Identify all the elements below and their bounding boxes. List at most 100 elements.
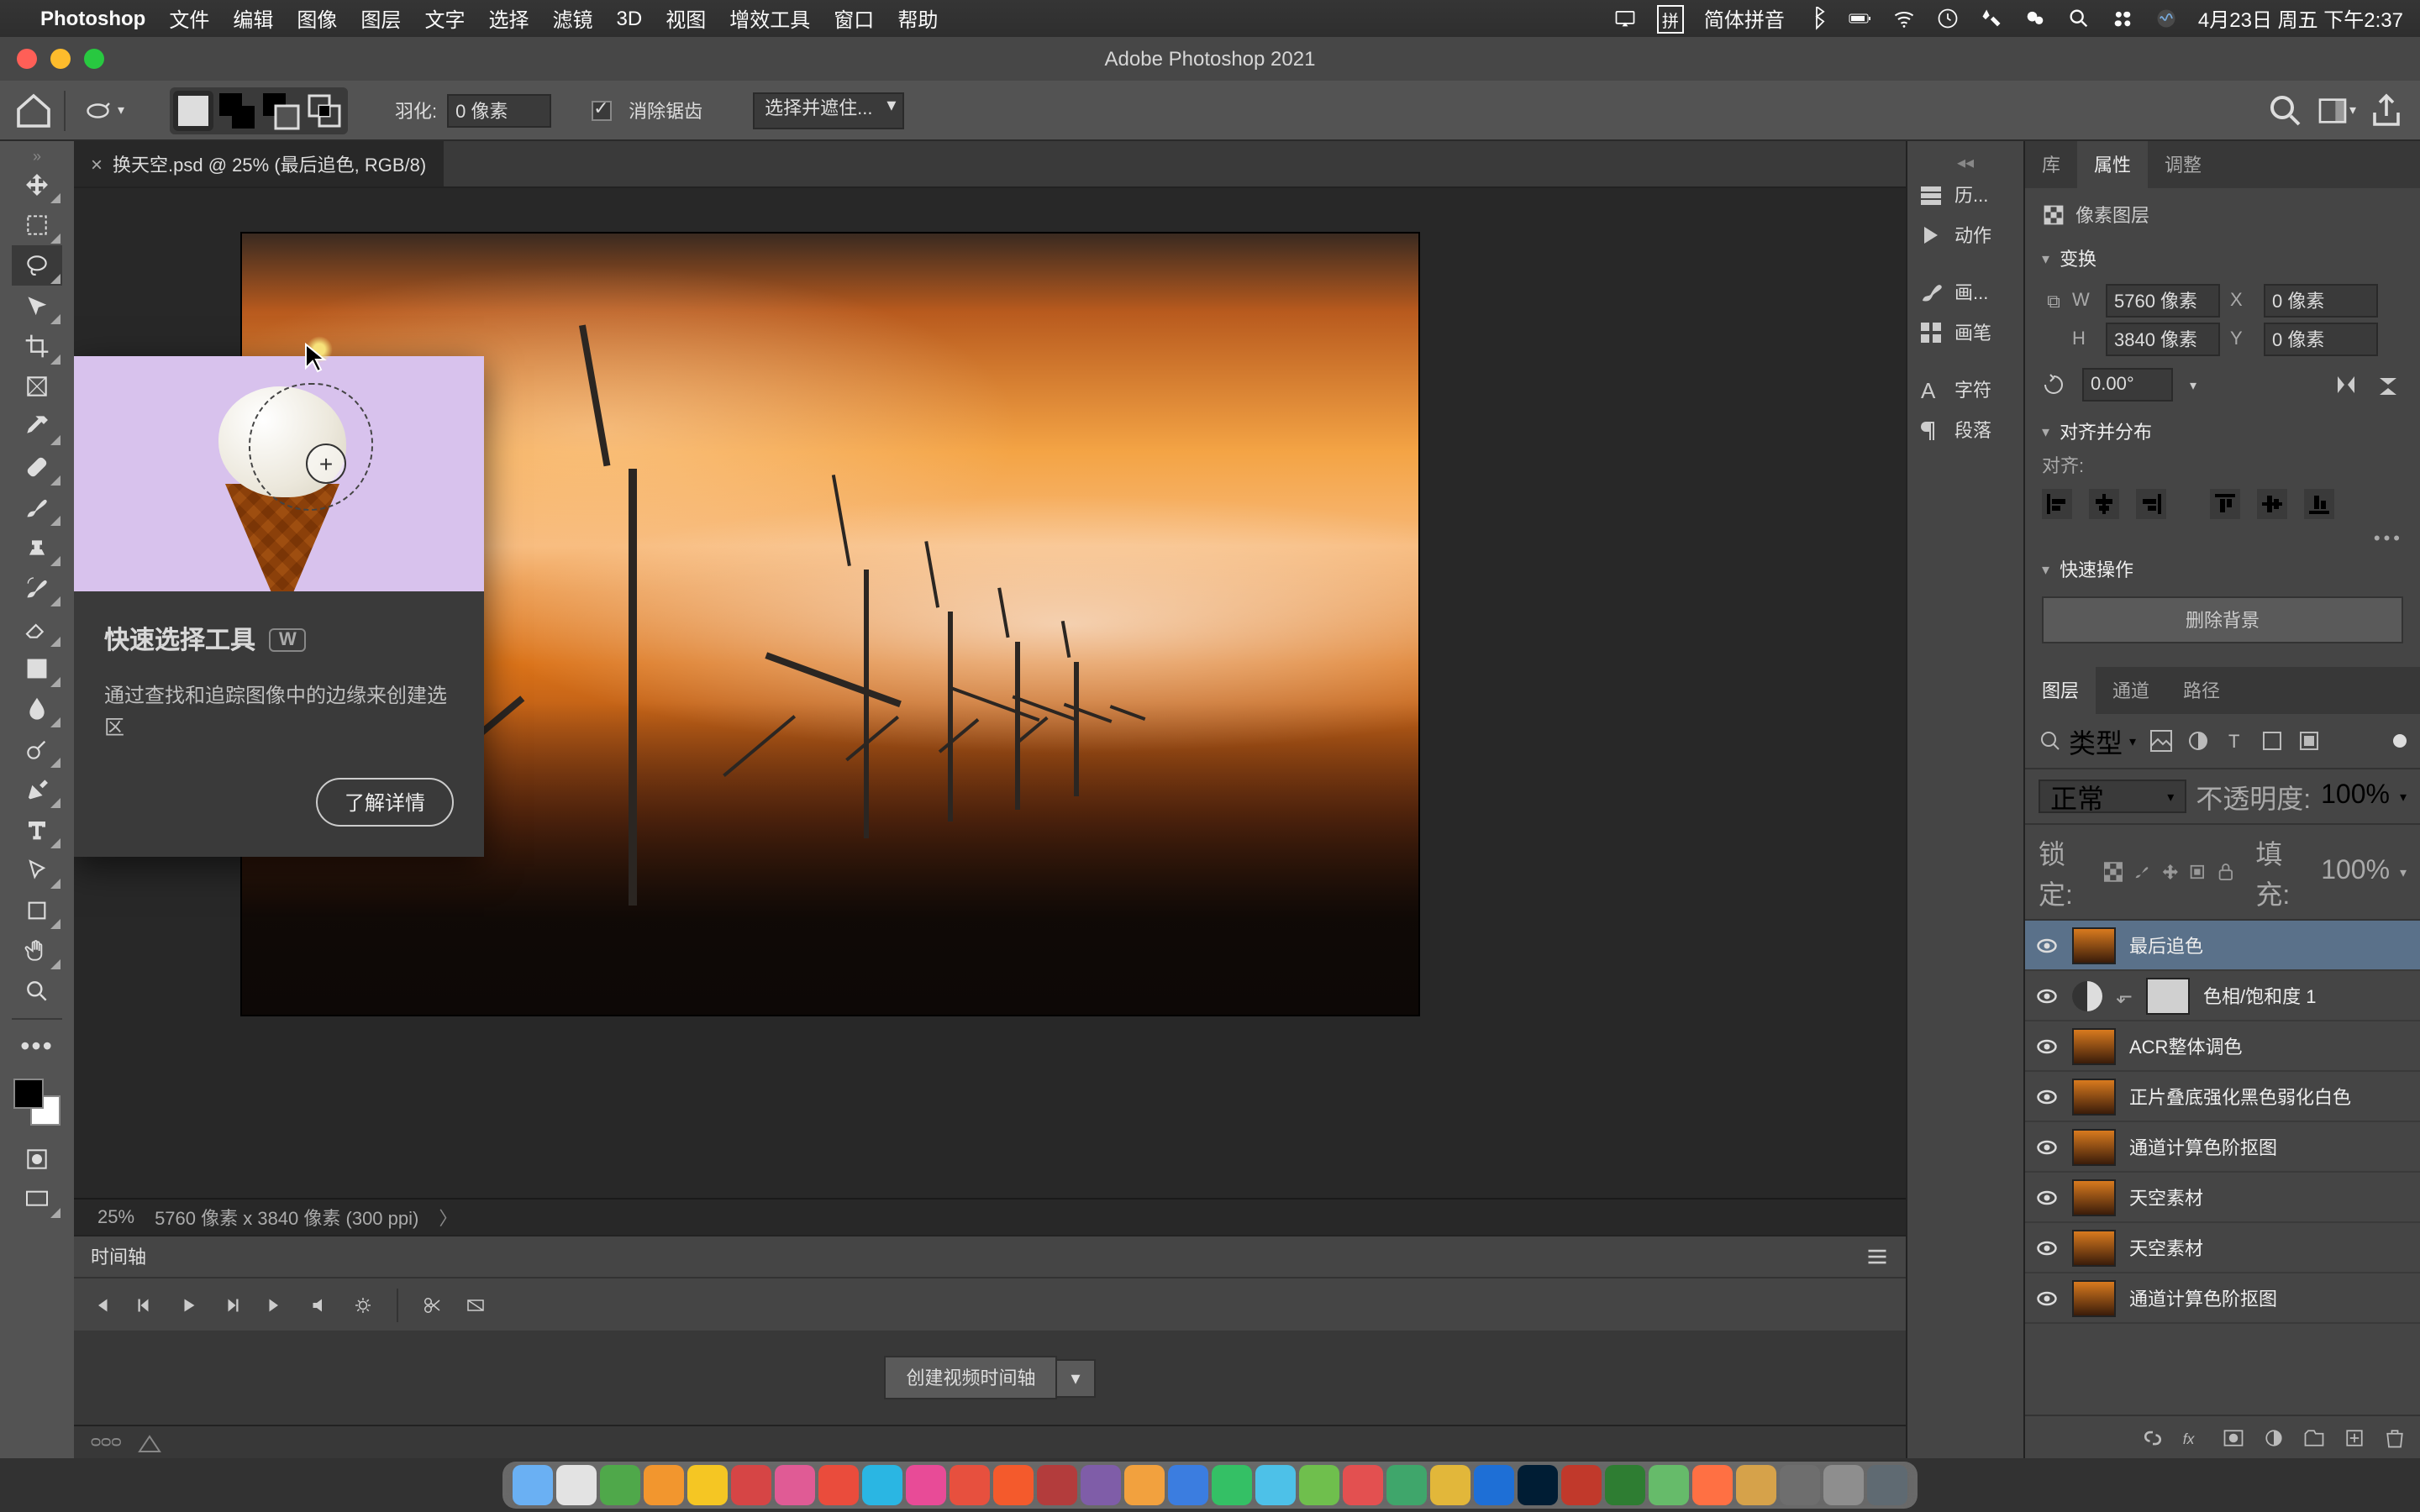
intersect-selection-button[interactable] bbox=[304, 90, 345, 130]
character-panel-button[interactable]: A字符 bbox=[1907, 370, 2023, 410]
battery-icon[interactable] bbox=[1849, 7, 1872, 30]
dock-app[interactable] bbox=[1081, 1465, 1121, 1505]
visibility-icon[interactable] bbox=[2035, 984, 2059, 1007]
transform-section[interactable]: 变换 bbox=[2042, 239, 2403, 279]
paragraph-panel-button[interactable]: 段落 bbox=[1907, 410, 2023, 450]
zoom-tool[interactable] bbox=[12, 971, 62, 1011]
home-button[interactable] bbox=[13, 90, 54, 130]
rotation-input[interactable] bbox=[2082, 368, 2173, 402]
marquee-tool[interactable] bbox=[12, 205, 62, 245]
tab-libraries[interactable]: 库 bbox=[2025, 141, 2077, 188]
healing-tool[interactable] bbox=[12, 447, 62, 487]
visibility-icon[interactable] bbox=[2035, 1236, 2059, 1259]
align-right-icon[interactable] bbox=[2136, 489, 2166, 519]
learn-more-button[interactable]: 了解详情 bbox=[316, 779, 454, 827]
dock-app[interactable] bbox=[1561, 1465, 1602, 1505]
shape-tool[interactable] bbox=[12, 890, 62, 931]
screen-mirror-icon[interactable] bbox=[1613, 7, 1637, 30]
crop-tool[interactable] bbox=[12, 326, 62, 366]
quick-select-tool[interactable] bbox=[12, 286, 62, 326]
status-flyout-icon[interactable]: 〉 bbox=[439, 1204, 457, 1231]
pen-tool[interactable] bbox=[12, 769, 62, 810]
share-icon[interactable] bbox=[2366, 90, 2407, 130]
ime-name[interactable]: 简体拼音 bbox=[1704, 4, 1785, 33]
wechat-icon[interactable] bbox=[2023, 7, 2047, 30]
menu-edit[interactable]: 编辑 bbox=[233, 4, 273, 33]
remove-background-button[interactable]: 删除背景 bbox=[2042, 596, 2403, 643]
fill-value[interactable]: 100% bbox=[2321, 857, 2390, 887]
layer-row[interactable]: 正片叠底强化黑色弱化白色 bbox=[2025, 1072, 2420, 1122]
wifi-icon[interactable] bbox=[1892, 7, 1916, 30]
visibility-icon[interactable] bbox=[2035, 1135, 2059, 1158]
bluetooth-icon[interactable] bbox=[1805, 7, 1828, 30]
blend-mode-select[interactable]: 正常▾ bbox=[2039, 780, 2186, 813]
window-minimize-button[interactable] bbox=[50, 49, 71, 69]
filter-type-icon[interactable]: T bbox=[2223, 729, 2247, 753]
menu-layer[interactable]: 图层 bbox=[360, 4, 401, 33]
lock-artboard-icon[interactable] bbox=[2189, 862, 2207, 882]
align-top-icon[interactable] bbox=[2210, 489, 2240, 519]
layer-name[interactable]: ACR整体调色 bbox=[2129, 1032, 2242, 1059]
goto-last-icon[interactable] bbox=[266, 1294, 286, 1315]
control-center-icon[interactable] bbox=[2111, 7, 2134, 30]
filter-pixel-icon[interactable] bbox=[2149, 729, 2173, 753]
dock-app[interactable] bbox=[1343, 1465, 1383, 1505]
tab-properties[interactable]: 属性 bbox=[2077, 141, 2148, 188]
layer-name[interactable]: 正片叠底强化黑色弱化白色 bbox=[2129, 1083, 2351, 1110]
tab-paths[interactable]: 路径 bbox=[2166, 667, 2237, 714]
visibility-icon[interactable] bbox=[2035, 933, 2059, 957]
new-layer-icon[interactable] bbox=[2343, 1425, 2366, 1449]
menu-3d[interactable]: 3D bbox=[617, 7, 643, 30]
dock-app[interactable] bbox=[687, 1465, 728, 1505]
dock-app[interactable] bbox=[1474, 1465, 1514, 1505]
panel-menu-icon[interactable] bbox=[1865, 1245, 1889, 1268]
zoom-level[interactable]: 25% bbox=[97, 1207, 134, 1227]
dock-app[interactable] bbox=[1649, 1465, 1689, 1505]
dock-app[interactable] bbox=[1430, 1465, 1470, 1505]
layer-name[interactable]: 通道计算色阶抠图 bbox=[2129, 1284, 2277, 1311]
brush-tool[interactable] bbox=[12, 487, 62, 528]
window-zoom-button[interactable] bbox=[84, 49, 104, 69]
menu-type[interactable]: 文字 bbox=[424, 4, 465, 33]
width-input[interactable] bbox=[2106, 284, 2220, 318]
visibility-icon[interactable] bbox=[2035, 1286, 2059, 1310]
frame-tool[interactable] bbox=[12, 366, 62, 407]
search-icon[interactable] bbox=[2265, 90, 2306, 130]
audio-mute-icon[interactable] bbox=[309, 1294, 329, 1315]
macos-dock[interactable] bbox=[502, 1462, 1918, 1509]
menu-help[interactable]: 帮助 bbox=[897, 4, 938, 33]
dock-app[interactable] bbox=[1124, 1465, 1165, 1505]
workspace-switcher-icon[interactable]: ▾ bbox=[2316, 90, 2356, 130]
ime-icon[interactable]: 拼 bbox=[1657, 4, 1684, 33]
menu-view[interactable]: 视图 bbox=[666, 4, 706, 33]
prev-frame-icon[interactable] bbox=[134, 1294, 155, 1315]
menu-window[interactable]: 窗口 bbox=[834, 4, 874, 33]
select-and-mask-button[interactable]: 选择并遮住... bbox=[753, 92, 904, 129]
flip-vertical-icon[interactable] bbox=[2376, 373, 2403, 396]
adjustment-layer-icon[interactable] bbox=[2262, 1425, 2286, 1449]
menu-filter[interactable]: 滤镜 bbox=[553, 4, 593, 33]
util-icon[interactable] bbox=[1980, 7, 2003, 30]
siri-icon[interactable] bbox=[2154, 7, 2178, 30]
align-vcenter-icon[interactable] bbox=[2257, 489, 2287, 519]
canvas-area[interactable]: + 快速选择工具 W 通过查找和追踪图像中的边缘来创建选区 了解详情 bbox=[74, 188, 1906, 1198]
layer-row[interactable]: 通道计算色阶抠图 bbox=[2025, 1122, 2420, 1173]
menu-image[interactable]: 图像 bbox=[297, 4, 337, 33]
dock-app[interactable] bbox=[993, 1465, 1034, 1505]
delete-layer-icon[interactable] bbox=[2383, 1425, 2407, 1449]
dock-app[interactable] bbox=[1780, 1465, 1820, 1505]
dock-app[interactable] bbox=[1692, 1465, 1733, 1505]
dock-app[interactable] bbox=[1736, 1465, 1776, 1505]
visibility-icon[interactable] bbox=[2035, 1185, 2059, 1209]
dock-app[interactable] bbox=[1168, 1465, 1208, 1505]
link-layers-icon[interactable] bbox=[2141, 1425, 2165, 1449]
play-icon[interactable] bbox=[178, 1294, 198, 1315]
eraser-tool[interactable] bbox=[12, 608, 62, 648]
edit-toolbar-icon[interactable]: ••• bbox=[12, 1028, 62, 1068]
antialias-checkbox[interactable] bbox=[592, 100, 612, 120]
dock-app[interactable] bbox=[1299, 1465, 1339, 1505]
visibility-icon[interactable] bbox=[2035, 1034, 2059, 1058]
layer-row[interactable]: 天空素材 bbox=[2025, 1223, 2420, 1273]
move-tool[interactable] bbox=[12, 165, 62, 205]
history-panel-button[interactable]: 历... bbox=[1907, 175, 2023, 215]
